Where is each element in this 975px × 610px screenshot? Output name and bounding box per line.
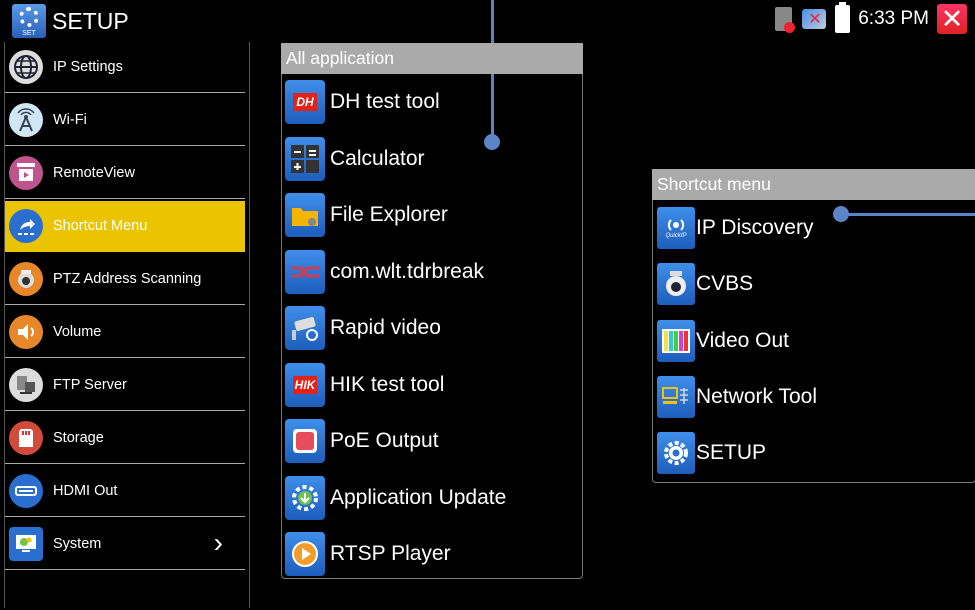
- shortcut-item-ip-discovery[interactable]: QuickIP IP Discovery: [653, 200, 975, 256]
- sidebar-item-label: System: [53, 536, 102, 552]
- globe-icon: [9, 50, 43, 84]
- app-label: com.wlt.tdrbreak: [330, 259, 485, 283]
- app-label: Rapid video: [330, 316, 441, 340]
- sidebar-item-label: FTP Server: [53, 377, 127, 393]
- play-icon: [285, 532, 325, 577]
- close-icon: ✕: [940, 4, 964, 34]
- ftp-icon: [9, 368, 43, 402]
- wifi-tower-icon: [9, 103, 43, 137]
- shortcut-label: Network Tool: [696, 385, 817, 409]
- app-label: File Explorer: [330, 203, 448, 227]
- speaker-icon: [9, 315, 43, 349]
- sidebar-item-shortcut-menu[interactable]: Shortcut Menu: [5, 201, 245, 252]
- sidebar-item-label: PTZ Address Scanning: [53, 271, 202, 287]
- sidebar-item-label: HDMI Out: [53, 483, 118, 499]
- app-item-tdrbreak[interactable]: com.wlt.tdrbreak: [282, 244, 582, 301]
- ip-discovery-icon: QuickIP: [657, 207, 695, 250]
- shortcut-label: SETUP: [696, 441, 767, 465]
- sidebar-item-volume[interactable]: Volume: [5, 307, 245, 358]
- dh-icon: DH: [285, 80, 325, 125]
- app-item-rtsp-player[interactable]: RTSP Player: [282, 526, 582, 583]
- shortcut-menu-panel: Shortcut menu QuickIP IP Discovery CVBS …: [652, 169, 975, 483]
- title-bar: SET SETUP 6:33 PM ✕: [0, 0, 975, 42]
- shortcut-menu-header: Shortcut menu: [652, 169, 975, 200]
- shortcut-item-cvbs[interactable]: CVBS: [653, 256, 975, 312]
- app-item-file-explorer[interactable]: File Explorer: [282, 187, 582, 244]
- sidebar: IP Settings Wi-Fi RemoteView Shortcut Me…: [4, 42, 250, 608]
- clock: 6:33 PM: [858, 8, 929, 29]
- all-application-header: All application: [281, 43, 583, 74]
- app-label: HIK test tool: [330, 372, 445, 396]
- update-icon: [285, 475, 325, 520]
- sidebar-item-wifi[interactable]: Wi-Fi: [5, 95, 245, 146]
- shortcut-item-video-out[interactable]: Video Out: [653, 313, 975, 369]
- folder-icon: [285, 193, 325, 238]
- sidebar-item-label: RemoteView: [53, 165, 135, 181]
- ptz-camera-icon: [9, 262, 43, 296]
- close-button[interactable]: ✕: [937, 4, 967, 34]
- sidebar-item-ptz-address-scanning[interactable]: PTZ Address Scanning: [5, 254, 245, 305]
- tdr-icon: [285, 249, 325, 294]
- app-item-poe-output[interactable]: PoE Output: [282, 413, 582, 470]
- chevron-right-icon: ›: [213, 527, 223, 558]
- gear-icon: [657, 432, 695, 475]
- annotation-line: [841, 213, 975, 216]
- sidebar-item-hdmi-out[interactable]: HDMI Out: [5, 466, 245, 517]
- dome-camera-icon: [657, 263, 695, 306]
- app-item-hik-test-tool[interactable]: HIK HIK test tool: [282, 357, 582, 414]
- app-item-calculator[interactable]: Calculator: [282, 131, 582, 188]
- hdmi-icon: [9, 474, 43, 508]
- app-label: Application Update: [330, 485, 507, 509]
- system-icon: [9, 527, 43, 561]
- app-icon-caption: SET: [22, 30, 36, 37]
- setup-app-icon: SET: [12, 4, 46, 38]
- annotation-dot: [833, 206, 849, 222]
- sidebar-item-label: IP Settings: [53, 59, 123, 75]
- shortcut-item-setup[interactable]: SETUP: [653, 425, 975, 481]
- shortcut-item-network-tool[interactable]: Network Tool: [653, 369, 975, 425]
- shortcut-icon: [9, 209, 43, 243]
- sd-card-icon: [9, 421, 43, 455]
- camera-icon: [285, 306, 325, 351]
- sidebar-item-label: Volume: [53, 324, 102, 340]
- app-item-rapid-video[interactable]: Rapid video: [282, 300, 582, 357]
- sidebar-item-label: Wi-Fi: [53, 112, 87, 128]
- all-application-panel: All application DH DH test tool Calculat…: [281, 43, 583, 579]
- hik-icon: HIK: [285, 362, 325, 407]
- page-title: SETUP: [52, 7, 129, 34]
- app-item-application-update[interactable]: Application Update: [282, 470, 582, 527]
- app-item-dh-test-tool[interactable]: DH DH test tool: [282, 74, 582, 131]
- sd-card-status-icon: [775, 7, 796, 33]
- calculator-icon: [285, 136, 325, 181]
- network-disconnected-icon: [802, 9, 827, 29]
- gear-icon: [19, 7, 39, 27]
- shortcut-label: IP Discovery: [696, 216, 814, 240]
- sidebar-item-label: Storage: [53, 430, 104, 446]
- sidebar-item-storage[interactable]: Storage: [5, 413, 245, 464]
- app-label: RTSP Player: [330, 542, 451, 566]
- shortcut-label: Video Out: [696, 328, 790, 352]
- sidebar-item-ip-settings[interactable]: IP Settings: [5, 42, 245, 93]
- color-bars-icon: [657, 319, 695, 362]
- remoteview-icon: [9, 156, 43, 190]
- sidebar-item-system[interactable]: System ›: [5, 519, 245, 570]
- battery-icon: [835, 2, 851, 33]
- app-label: Calculator: [330, 146, 425, 170]
- poe-icon: [285, 419, 325, 464]
- sidebar-item-ftp-server[interactable]: FTP Server: [5, 360, 245, 411]
- app-label: PoE Output: [330, 429, 439, 453]
- sidebar-item-label: Shortcut Menu: [53, 218, 148, 234]
- network-tool-icon: [657, 376, 695, 419]
- app-label: DH test tool: [330, 90, 440, 114]
- status-area: 6:33 PM ✕: [775, 2, 975, 34]
- shortcut-label: CVBS: [696, 272, 754, 296]
- sidebar-item-remoteview[interactable]: RemoteView: [5, 148, 245, 199]
